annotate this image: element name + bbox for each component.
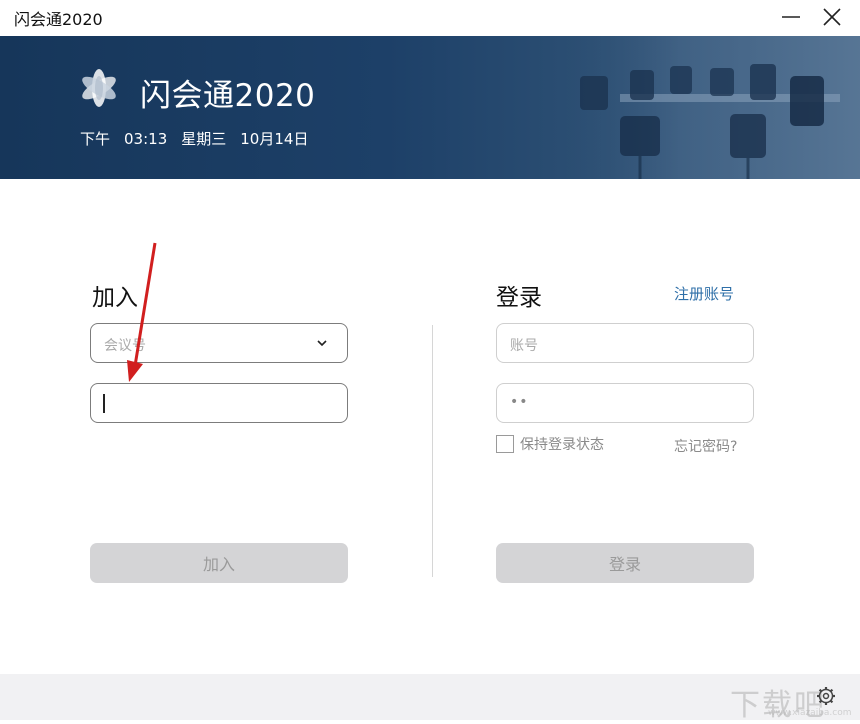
remember-login[interactable]: 保持登录状态: [496, 434, 604, 454]
register-account-link[interactable]: 注册账号: [674, 283, 734, 304]
join-button[interactable]: 加入: [90, 543, 348, 583]
ampm-text: 下午: [80, 130, 111, 148]
window-title: 闪会通2020: [14, 10, 103, 29]
meeting-number-placeholder: 会议号: [104, 338, 146, 354]
date-time: 下午 03:13 星期三 10月14日: [80, 128, 322, 149]
account-placeholder: 账号: [510, 338, 538, 354]
weekday-text: 星期三: [181, 130, 227, 148]
app-name: 闪会通2020: [140, 78, 316, 114]
time-text: 03:13: [124, 130, 168, 148]
password-input[interactable]: ••: [496, 383, 754, 423]
minimize-icon: [782, 16, 800, 18]
meeting-number-select[interactable]: 会议号: [90, 323, 348, 363]
forgot-password-link[interactable]: 忘记密码?: [674, 436, 737, 456]
remember-label: 保持登录状态: [520, 437, 604, 453]
password-dots: ••: [510, 394, 529, 410]
app-logo-icon: [82, 69, 116, 107]
account-input[interactable]: 账号: [496, 323, 754, 363]
close-icon: [823, 8, 841, 26]
close-button[interactable]: [817, 4, 847, 30]
remember-checkbox[interactable]: [496, 435, 514, 453]
login-title: 登录: [496, 285, 542, 311]
meeting-name-input[interactable]: [90, 383, 348, 423]
divider: [432, 325, 433, 577]
conference-room-image: [560, 36, 860, 179]
watermark-url: www.xiazaiba.com: [768, 708, 852, 718]
chevron-down-icon[interactable]: [317, 339, 327, 347]
login-button[interactable]: 登录: [496, 543, 754, 583]
date-text: 10月14日: [240, 130, 309, 148]
join-title: 加入: [92, 285, 138, 311]
header-banner: 闪会通2020 下午 03:13 星期三 10月14日: [0, 36, 860, 179]
gear-icon[interactable]: [816, 686, 836, 706]
minimize-button[interactable]: [776, 4, 806, 30]
title-bar: 闪会通2020: [0, 0, 860, 36]
text-caret: [103, 394, 105, 413]
